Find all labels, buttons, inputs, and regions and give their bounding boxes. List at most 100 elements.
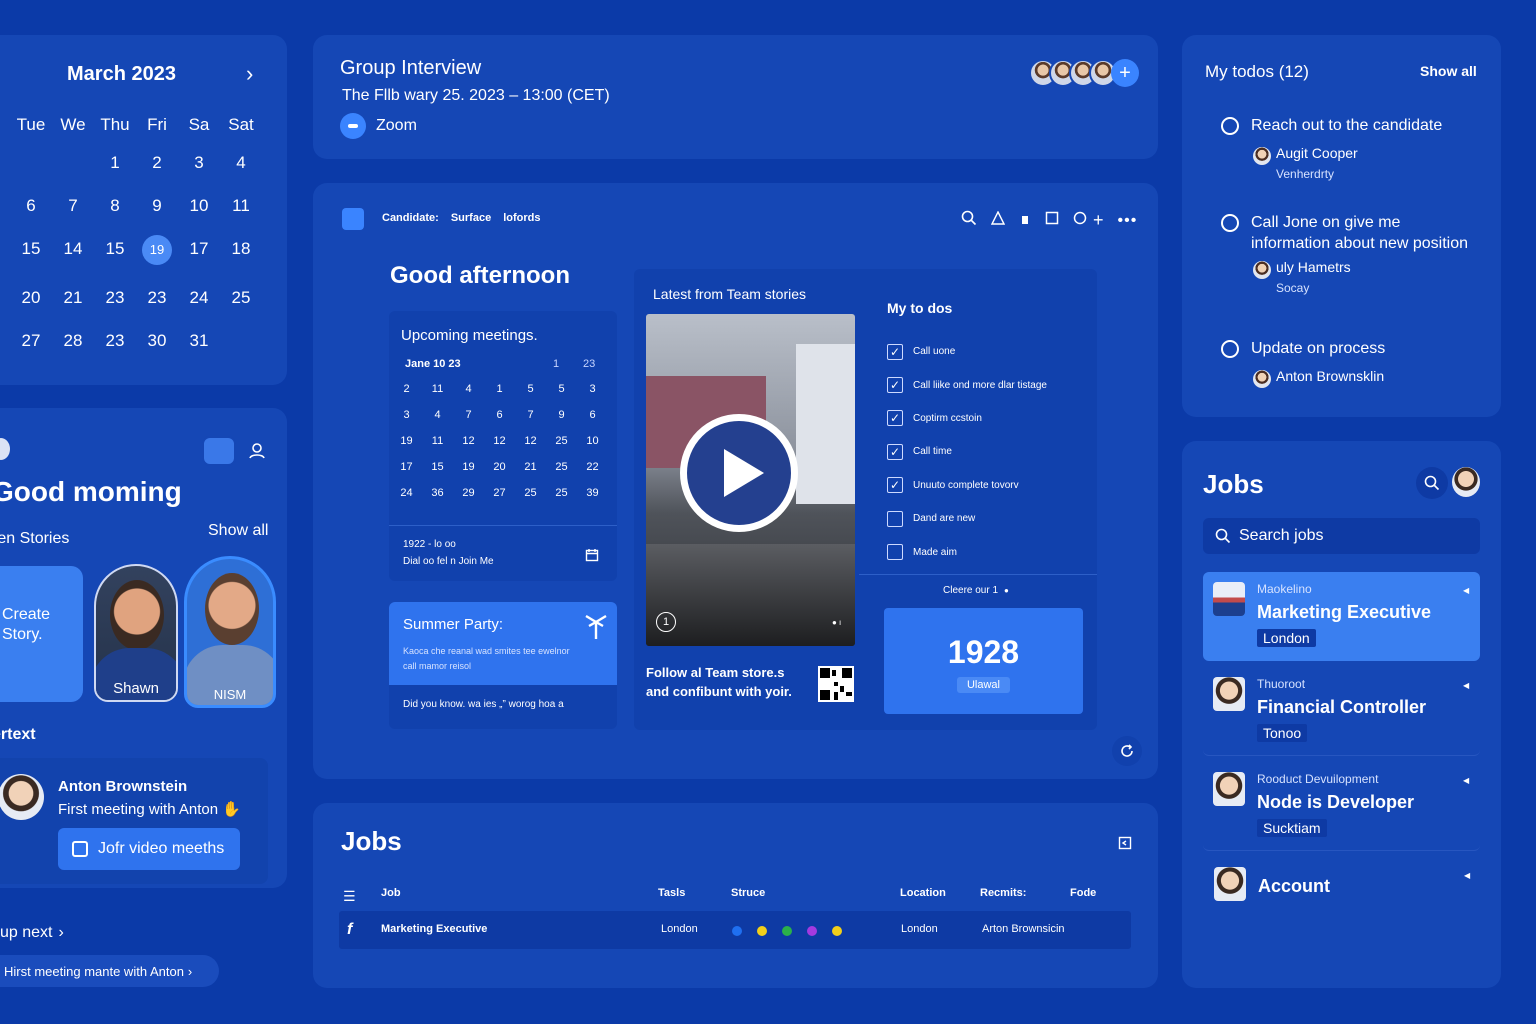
next-meeting-chip[interactable]: Hirst meeting mante with Anton › xyxy=(0,955,219,987)
checked-checkbox[interactable]: ✓ xyxy=(887,377,903,394)
todo-item[interactable]: Reach out to the candidate Augit Cooper Ve… xyxy=(1221,115,1491,212)
account-item[interactable]: Account ◀ xyxy=(1203,857,1480,917)
calendar-day[interactable]: 7 xyxy=(515,409,546,421)
add-participant-button[interactable]: + xyxy=(1111,59,1139,87)
calendar-day[interactable]: 12 xyxy=(484,435,515,447)
user-icon[interactable] xyxy=(248,442,266,465)
calendar-day[interactable]: 11 xyxy=(220,196,262,216)
checked-checkbox[interactable]: ✓ xyxy=(887,410,903,427)
trash-icon[interactable] xyxy=(1019,212,1031,230)
calendar-day[interactable]: 8 xyxy=(94,196,136,216)
calendar-day[interactable] xyxy=(220,331,262,351)
show-all-link[interactable]: Show all xyxy=(208,522,268,540)
checked-checkbox[interactable]: ✓ xyxy=(887,443,903,460)
calendar-day[interactable]: 23 xyxy=(136,288,178,308)
table-row[interactable]: f Marketing Executive London London Arto… xyxy=(339,911,1131,949)
calendar-day[interactable]: 23 xyxy=(94,331,136,351)
create-story-button[interactable]: Create Story. xyxy=(0,566,83,702)
todo-item[interactable]: Call Jone on give me information about n… xyxy=(1221,212,1491,338)
calendar-day[interactable]: 12 xyxy=(453,435,484,447)
calendar-day[interactable]: 1 xyxy=(94,153,136,173)
calendar-day[interactable]: 24 xyxy=(391,487,422,499)
calendar-day[interactable]: 25 xyxy=(220,288,262,308)
calendar-day[interactable]: 20 xyxy=(484,461,515,473)
calendar-day[interactable]: 4 xyxy=(453,383,484,395)
selected-day[interactable]: 19 xyxy=(142,235,172,265)
todo-item[interactable]: ✓ Call uone xyxy=(887,335,1047,368)
job-item[interactable]: Maokelino Marketing Executive London ◀ xyxy=(1203,572,1480,661)
todo-item[interactable]: ✓ Call time xyxy=(887,435,1047,468)
calendar-day[interactable]: 3 xyxy=(391,409,422,421)
calendar-day[interactable] xyxy=(52,153,94,173)
unchecked-checkbox[interactable] xyxy=(887,510,903,527)
calendar-day[interactable]: 6 xyxy=(10,196,52,216)
calendar-day[interactable]: 28 xyxy=(52,331,94,351)
calendar-day[interactable]: 14 xyxy=(52,239,94,265)
calendar-day[interactable]: 29 xyxy=(453,487,484,499)
job-item[interactable]: Rooduct Devuilopment Node is Developer Suc… xyxy=(1203,762,1480,851)
more-icon[interactable]: ••• xyxy=(1118,212,1138,230)
warning-icon[interactable] xyxy=(990,210,1006,230)
calendar-day[interactable]: 30 xyxy=(136,331,178,351)
todo-item[interactable]: Made aim xyxy=(887,535,1047,568)
todo-checkbox-icon[interactable] xyxy=(1221,117,1239,135)
calendar-day[interactable]: 22 xyxy=(577,461,608,473)
menu-icon[interactable]: ☰ xyxy=(343,888,356,905)
calendar-day[interactable]: 31 xyxy=(178,331,220,351)
job-item[interactable]: Thuoroot Financial Controller Tonoo ◀ xyxy=(1203,667,1480,756)
story-card[interactable]: Shawn xyxy=(94,564,178,702)
calendar-day[interactable]: 25 xyxy=(546,461,577,473)
todo-item[interactable]: ✓ Coptirm ccstoin xyxy=(887,402,1047,435)
calendar-day[interactable]: 21 xyxy=(515,461,546,473)
calendar-day[interactable]: 36 xyxy=(422,487,453,499)
calendar-day[interactable]: 17 xyxy=(178,239,220,265)
calendar-day[interactable]: 23 xyxy=(94,288,136,308)
calendar-day[interactable]: 11 xyxy=(422,435,453,447)
calendar-day[interactable]: 24 xyxy=(178,288,220,308)
calendar-day[interactable]: 39 xyxy=(577,487,608,499)
calendar-day[interactable]: 15 xyxy=(94,239,136,265)
qr-code-icon[interactable] xyxy=(818,666,854,702)
calendar-day[interactable]: 1 xyxy=(484,383,515,395)
join-video-button[interactable]: Jofr video meeths xyxy=(58,828,240,870)
calendar-day[interactable]: 10 xyxy=(178,196,220,216)
todo-checkbox-icon[interactable] xyxy=(1221,340,1239,358)
square-icon[interactable] xyxy=(1045,211,1059,230)
calendar-day[interactable]: 9 xyxy=(546,409,577,421)
search-jobs-input[interactable]: Search jobs xyxy=(1203,518,1480,554)
calendar-day[interactable]: 25 xyxy=(546,487,577,499)
calendar-day[interactable]: 4 xyxy=(422,409,453,421)
calendar-day[interactable]: 5 xyxy=(546,383,577,395)
add-icon[interactable]: + xyxy=(1093,210,1104,231)
summer-party-card[interactable]: Summer Party: Kaoca che reanal wad smite… xyxy=(389,602,617,729)
calendar-day[interactable]: 3 xyxy=(178,153,220,173)
calendar-day[interactable]: 19 xyxy=(453,461,484,473)
checked-checkbox[interactable]: ✓ xyxy=(887,477,903,494)
calendar-day[interactable]: 15 xyxy=(422,461,453,473)
refresh-button[interactable] xyxy=(1112,736,1142,766)
up-next-link[interactable]: up next › xyxy=(0,924,64,942)
calendar-day[interactable]: 10 xyxy=(577,435,608,447)
zoom-link[interactable]: Zoom xyxy=(340,113,417,139)
export-icon[interactable] xyxy=(1118,836,1132,855)
calendar-day[interactable]: 20 xyxy=(10,288,52,308)
calendar-day[interactable]: 2 xyxy=(136,153,178,173)
todo-item[interactable]: Update on process Anton Brownsklin xyxy=(1221,338,1491,417)
calendar-day[interactable]: 25 xyxy=(546,435,577,447)
calendar-day[interactable]: 6 xyxy=(484,409,515,421)
todo-item[interactable]: ✓ Call liike ond more dlar tistage xyxy=(887,368,1047,401)
calendar-day[interactable]: 11 xyxy=(422,383,453,395)
calendar-day[interactable]: 2 xyxy=(391,383,422,395)
tab[interactable]: Candidate: xyxy=(382,212,439,224)
show-all-link[interactable]: Show all xyxy=(1420,63,1477,79)
calendar-day[interactable]: 7 xyxy=(52,196,94,216)
search-icon[interactable] xyxy=(961,210,977,231)
todo-checkbox-icon[interactable] xyxy=(1221,214,1239,232)
calendar-day[interactable]: 12 xyxy=(515,435,546,447)
calendar-day[interactable]: 19 xyxy=(391,435,422,447)
calendar-icon[interactable] xyxy=(585,548,599,567)
calendar-next-button[interactable]: › xyxy=(246,61,253,87)
calendar-day[interactable]: 21 xyxy=(52,288,94,308)
calendar-day[interactable]: 7 xyxy=(453,409,484,421)
calendar-day[interactable]: 17 xyxy=(391,461,422,473)
